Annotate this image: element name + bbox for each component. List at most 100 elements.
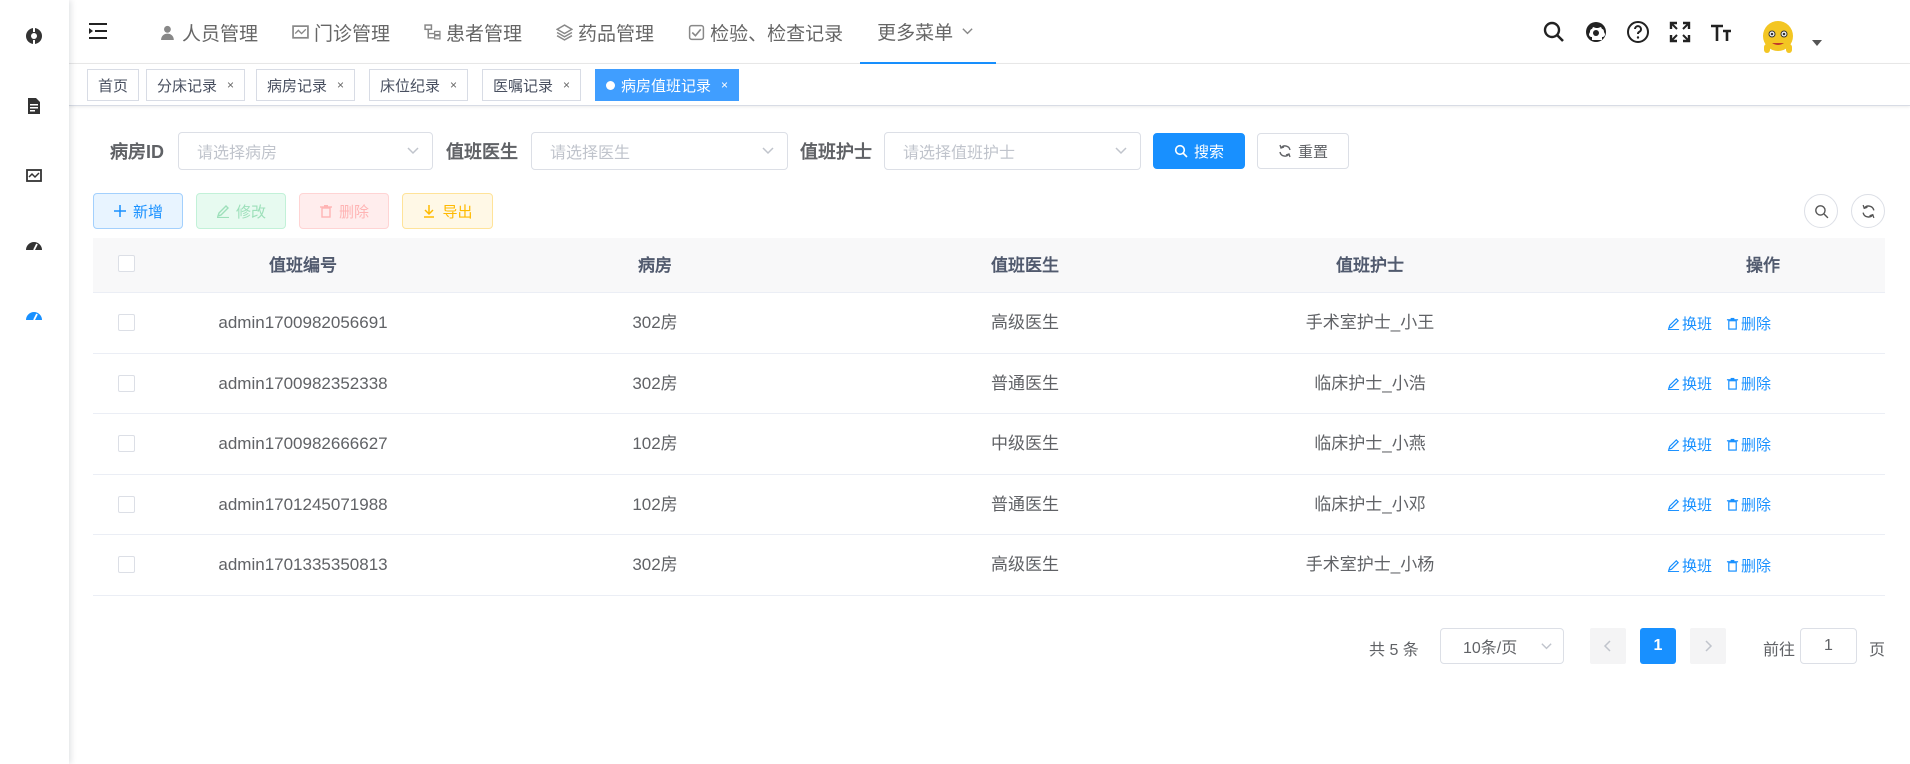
row-checkbox[interactable]	[118, 495, 135, 513]
delete-button[interactable]: 删除	[299, 193, 389, 229]
row-delete-label: 删除	[1741, 436, 1772, 454]
add-button[interactable]: 新增	[93, 193, 183, 229]
goto-page-input[interactable]: 1	[1800, 628, 1857, 664]
swap-shift-button[interactable]: 换班	[1667, 373, 1712, 394]
swap-shift-label: 换班	[1682, 315, 1713, 333]
close-icon[interactable]: ×	[721, 78, 728, 92]
row-delete-button[interactable]: 删除	[1726, 555, 1771, 576]
sidebar-item-dashboard[interactable]	[22, 234, 46, 258]
duty-table: 值班编号 病房 值班医生 值班护士 操作 admin1700982056691 3…	[93, 238, 1885, 596]
edit-icon	[216, 205, 229, 218]
menu-item-patients[interactable]: 患者管理	[407, 0, 539, 64]
edit-icon	[1667, 499, 1680, 511]
swap-shift-button[interactable]: 换班	[1667, 313, 1712, 334]
close-icon[interactable]: ×	[227, 78, 234, 92]
edit-button-label: 修改	[235, 203, 266, 221]
toggle-search-button[interactable]	[1804, 194, 1838, 228]
chevron-down-icon[interactable]	[1812, 40, 1822, 46]
row-checkbox[interactable]	[118, 314, 135, 331]
tag-bed-assign[interactable]: 分床记录 ×	[146, 69, 246, 101]
cell-nurse: 临床护士_小邓	[1314, 494, 1426, 514]
cell-duty-id: admin1700982666627	[218, 434, 388, 453]
cell-doctor: 高级医生	[991, 555, 1059, 574]
search-button[interactable]: 搜索	[1153, 133, 1245, 169]
next-page-button[interactable]	[1690, 628, 1726, 664]
chevron-down-icon	[407, 147, 419, 155]
close-icon[interactable]: ×	[450, 78, 457, 92]
menu-item-drugs[interactable]: 药品管理	[539, 0, 671, 64]
add-button-label: 新增	[132, 203, 163, 221]
close-icon[interactable]: ×	[337, 78, 344, 92]
refresh-icon	[1861, 204, 1875, 218]
row-checkbox[interactable]	[118, 556, 135, 573]
checkbox-icon	[688, 24, 705, 40]
tag-label: 医嘱记录	[493, 77, 554, 95]
tag-bed-records[interactable]: 床位纪录 ×	[369, 69, 469, 101]
cell-room: 302房	[632, 313, 678, 332]
user-icon	[161, 25, 174, 40]
avatar[interactable]	[1758, 14, 1798, 54]
swap-shift-button[interactable]: 换班	[1667, 494, 1712, 515]
table-row: admin1700982056691 302房 高级医生 手术室护士_小王 换班 删除	[93, 293, 1885, 354]
tag-orders[interactable]: 医嘱记录 ×	[482, 69, 582, 101]
chevron-left-icon	[1603, 640, 1611, 652]
row-delete-button[interactable]: 删除	[1726, 434, 1771, 455]
row-checkbox[interactable]	[118, 435, 135, 452]
nurse-select[interactable]: 请选择值班护士	[884, 132, 1141, 170]
sidebar	[0, 0, 69, 764]
prev-page-button[interactable]	[1590, 628, 1626, 664]
header-duty-id: 值班编号	[269, 256, 337, 275]
swap-shift-button[interactable]: 换班	[1667, 434, 1712, 455]
menu-item-more[interactable]: 更多菜单	[860, 0, 997, 64]
header-nurse: 值班护士	[1336, 256, 1404, 275]
help-icon[interactable]	[1626, 20, 1650, 44]
menu-item-label: 更多菜单	[877, 22, 954, 44]
header-room: 病房	[638, 256, 672, 275]
table-header: 值班编号 病房 值班医生 值班护士 操作	[93, 238, 1885, 293]
reset-button[interactable]: 重置	[1257, 133, 1349, 169]
top-tools	[1510, 0, 1910, 64]
tag-label: 病房记录	[267, 77, 328, 95]
cell-room: 302房	[632, 373, 678, 393]
table-row: admin1700982352338 302房 普通医生 临床护士_小浩 换班 删除	[93, 354, 1885, 414]
sidebar-item-dashboard-active[interactable]	[22, 304, 46, 328]
row-delete-button[interactable]: 删除	[1726, 494, 1771, 515]
menu-item-outpatient[interactable]: 门诊管理	[275, 0, 407, 64]
doctor-select[interactable]: 请选择医生	[531, 132, 788, 170]
row-delete-button[interactable]: 删除	[1726, 373, 1771, 394]
cell-nurse: 手术室护士_小杨	[1305, 555, 1435, 574]
tag-label: 床位纪录	[380, 77, 441, 95]
edit-button[interactable]: 修改	[196, 193, 286, 229]
swap-shift-button[interactable]: 换班	[1667, 555, 1712, 576]
sidebar-item-system[interactable]	[22, 24, 46, 48]
goto-suffix: 页	[1869, 642, 1886, 659]
row-delete-button[interactable]: 删除	[1726, 313, 1771, 334]
cell-doctor: 高级医生	[991, 313, 1059, 332]
tag-home[interactable]: 首页	[87, 69, 140, 101]
close-icon[interactable]: ×	[563, 78, 570, 92]
room-select[interactable]: 请选择病房	[178, 132, 433, 170]
sidebar-item-monitor[interactable]	[22, 164, 46, 188]
select-all-checkbox[interactable]	[118, 255, 135, 272]
hamburger-icon[interactable]	[87, 20, 109, 42]
page-number-current[interactable]: 1	[1640, 628, 1676, 664]
sidebar-item-documents[interactable]	[22, 94, 46, 118]
github-icon[interactable]	[1584, 20, 1608, 44]
trash-icon	[1726, 498, 1739, 511]
font-size-icon[interactable]	[1709, 20, 1733, 44]
layers-icon	[556, 23, 574, 41]
refresh-button[interactable]	[1851, 194, 1885, 228]
menu-item-lab-records[interactable]: 检验、检查记录	[671, 0, 860, 64]
page-size-select[interactable]: 10条/页	[1440, 628, 1564, 664]
fullscreen-icon[interactable]	[1668, 20, 1692, 44]
dashboard-icon	[26, 242, 42, 251]
menu-item-label: 人员管理	[182, 23, 259, 45]
tag-ward-records[interactable]: 病房记录 ×	[256, 69, 356, 101]
row-checkbox[interactable]	[118, 374, 135, 392]
row-delete-label: 删除	[1741, 497, 1772, 514]
tag-duty-records[interactable]: 病房值班记录 ×	[595, 69, 740, 101]
export-button[interactable]: 导出	[402, 193, 493, 229]
menu-item-staff[interactable]: 人员管理	[143, 0, 275, 64]
search-icon[interactable]	[1542, 20, 1566, 44]
search-icon	[1174, 144, 1188, 158]
